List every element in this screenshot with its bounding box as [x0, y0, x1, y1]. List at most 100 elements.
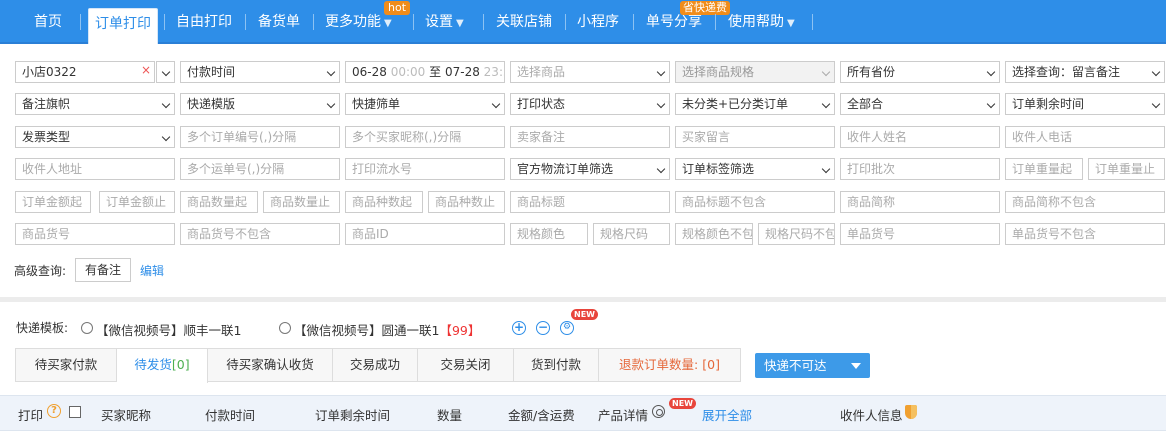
nav-help[interactable]: 使用帮助 ▼ [728, 0, 795, 44]
amount-from-input[interactable]: 订单金额起 [15, 191, 91, 213]
nav-order-print[interactable]: 订单打印 [88, 8, 158, 44]
item-code-exclude-input[interactable]: 商品货号不包含 [180, 223, 340, 245]
spec-color-input[interactable]: 规格颜色 [510, 223, 588, 245]
select-all-checkbox[interactable] [69, 406, 81, 418]
nav-mini-program[interactable]: 小程序 [577, 0, 619, 44]
qty-from-input[interactable]: 商品数量起 [180, 191, 258, 213]
col-receiver: 收件人信息 [840, 408, 903, 423]
print-status-select[interactable]: 打印状态 [510, 93, 670, 115]
date-to: 07-28 [444, 65, 480, 79]
chevron-down-icon: ▼ [456, 18, 464, 29]
weight-from-input[interactable]: 订单重量起 [1005, 158, 1083, 180]
sku-code-input[interactable]: 单品货号 [840, 223, 1000, 245]
spec-size-input[interactable]: 规格尺码 [593, 223, 670, 245]
template-radio-2[interactable] [279, 322, 291, 334]
tab-label: 交易关闭 [440, 357, 491, 372]
invoice-type-select[interactable]: 发票类型 [15, 126, 175, 148]
nav-linked-shops[interactable]: 关联店铺 [496, 0, 552, 44]
tab-label: 退款订单数量: [619, 357, 699, 372]
help-icon[interactable]: ? [47, 404, 61, 418]
receiver-phone-input[interactable]: 收件人电话 [1005, 126, 1165, 148]
nav-more-features[interactable]: 更多功能 ▼ [325, 0, 392, 44]
amount-to-input[interactable]: 订单金额止 [99, 191, 175, 213]
nav-settings[interactable]: 设置 ▼ [425, 0, 464, 44]
remove-template-icon[interactable]: − [536, 321, 550, 335]
order-numbers-input[interactable]: 多个订单编号(,)分隔 [180, 126, 340, 148]
buyer-nicknames-input[interactable]: 多个买家昵称(,)分隔 [345, 126, 505, 148]
tab-count: [0] [702, 357, 720, 372]
pay-time-select[interactable]: 付款时间 [180, 61, 340, 83]
nav-stock-list[interactable]: 备货单 [258, 0, 300, 44]
order-status-tabs: 待买家付款 待发货[0] 待买家确认收货 交易成功 交易关闭 货到付款 退款订单… [15, 348, 741, 383]
template-option-1[interactable]: 【微信视频号】顺丰一联1 [96, 320, 241, 339]
col-quantity: 数量 [437, 408, 463, 423]
select-product[interactable]: 选择商品 [510, 61, 670, 83]
spec-size-exclude-input[interactable]: 规格尺码不包含 [758, 223, 835, 245]
receiver-address-input[interactable]: 收件人地址 [15, 158, 175, 180]
order-tag-select[interactable]: 订单标签筛选 [675, 158, 835, 180]
tab-completed[interactable]: 交易成功 [333, 349, 418, 381]
seller-remark-input[interactable]: 卖家备注 [510, 126, 670, 148]
product-settings-icon[interactable] [652, 405, 665, 418]
query-type-select[interactable]: 选择查询：留言备注 [1005, 61, 1165, 83]
advanced-query-label: 高级查询: [14, 264, 67, 278]
receiver-name-input[interactable]: 收件人姓名 [840, 126, 1000, 148]
expand-all-link[interactable]: 展开全部 [702, 405, 752, 424]
product-title-exclude-input[interactable]: 商品标题不包含 [675, 191, 835, 213]
package-select[interactable]: 全部合 [840, 93, 1000, 115]
classify-select[interactable]: 未分类+已分类订单 [675, 93, 835, 115]
province-select[interactable]: 所有省份 [840, 61, 1000, 83]
settings-gear-icon[interactable]: ⚙ [560, 321, 574, 335]
express-template-select[interactable]: 快递模版 [180, 93, 340, 115]
print-serial-input[interactable]: 打印流水号 [345, 158, 505, 180]
product-id-input[interactable]: 商品ID [345, 223, 505, 245]
template-radio-1[interactable] [81, 322, 93, 334]
tab-cod[interactable]: 货到付款 [514, 349, 599, 381]
nav-home[interactable]: 首页 [34, 0, 62, 44]
add-template-icon[interactable]: + [512, 321, 526, 335]
product-title-input[interactable]: 商品标题 [510, 191, 670, 213]
shield-icon [905, 405, 917, 419]
tab-label: 交易成功 [349, 357, 400, 372]
tab-awaiting-shipment[interactable]: 待发货[0] [117, 349, 208, 383]
nav-free-print[interactable]: 自由打印 [176, 0, 232, 44]
spec-color-exclude-input[interactable]: 规格颜色不包含 [675, 223, 753, 245]
remaining-time-select[interactable]: 订单剩余时间 [1005, 93, 1165, 115]
save-fee-badge: 省快递费 [680, 1, 730, 15]
shop-input[interactable]: 小店0322 [15, 61, 155, 83]
quick-filter-select[interactable]: 快捷筛单 [345, 93, 505, 115]
sku-code-exclude-input[interactable]: 单品货号不包含 [1005, 223, 1165, 245]
product-short-exclude-input[interactable]: 商品简称不包含 [1005, 191, 1165, 213]
kinds-from-input[interactable]: 商品种数起 [345, 191, 423, 213]
tab-refund[interactable]: 退款订单数量: [0] [599, 349, 740, 381]
remark-flag-select[interactable]: 备注旗帜 [15, 93, 175, 115]
official-logistics-select[interactable]: 官方物流订单筛选 [510, 158, 670, 180]
template-option-2[interactable]: 【微信视频号】圆通一联1【99】 [294, 320, 480, 339]
tab-awaiting-receipt[interactable]: 待买家确认收货 [208, 349, 333, 381]
tab-awaiting-payment[interactable]: 待买家付款 [16, 349, 117, 381]
kinds-to-input[interactable]: 商品种数止 [428, 191, 505, 213]
date-range-input[interactable]: 06-28 00:00 至 07-28 23:59 [345, 61, 505, 83]
buyer-message-input[interactable]: 买家留言 [675, 126, 835, 148]
time-from: 00:00 [390, 65, 426, 79]
waybill-numbers-input[interactable]: 多个运单号(,)分隔 [180, 158, 340, 180]
tab-label: 待发货 [134, 357, 172, 372]
clear-icon[interactable]: × [141, 63, 151, 77]
qty-to-input[interactable]: 商品数量止 [263, 191, 340, 213]
shop-dropdown[interactable] [156, 61, 175, 83]
nav-divider [164, 14, 165, 30]
nav-settings-label: 设置 [425, 14, 453, 30]
nav-divider [715, 14, 716, 30]
item-code-input[interactable]: 商品货号 [15, 223, 175, 245]
express-unreachable-dropdown[interactable]: 快递不可达 [755, 353, 870, 378]
nav-divider [812, 14, 813, 30]
has-remark-button[interactable]: 有备注 [75, 258, 132, 282]
weight-to-input[interactable]: 订单重量止 [1088, 158, 1165, 180]
product-short-name-input[interactable]: 商品简称 [840, 191, 1000, 213]
nav-divider [245, 14, 246, 30]
table-header [0, 395, 1166, 431]
print-batch-input[interactable]: 打印批次 [840, 158, 1000, 180]
edit-link[interactable]: 编辑 [140, 262, 164, 279]
template-count: 【99】 [439, 323, 481, 338]
tab-closed[interactable]: 交易关闭 [418, 349, 514, 381]
